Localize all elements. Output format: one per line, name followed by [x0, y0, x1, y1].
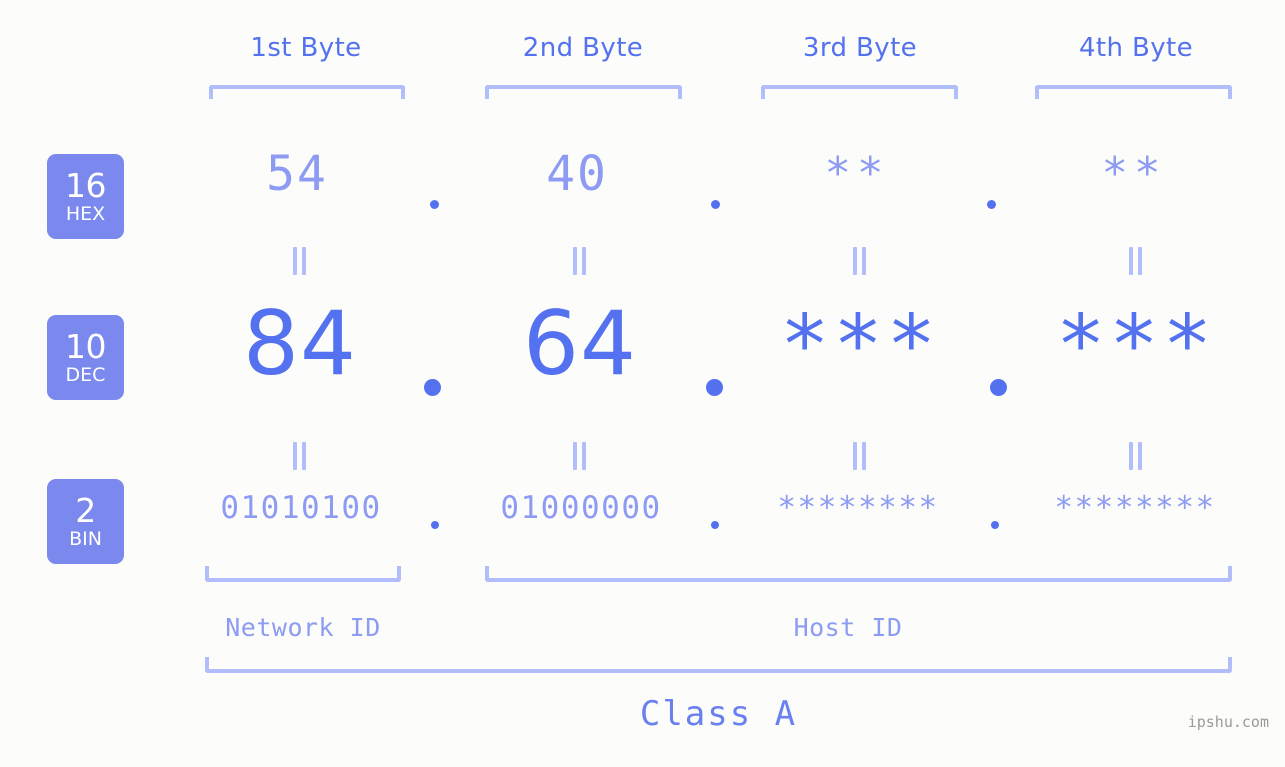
dec-separator-dot-3	[990, 379, 1007, 396]
dec-byte-3: ***	[779, 298, 941, 393]
dec-separator-dot-2	[706, 379, 723, 396]
hex-separator-dot-3	[987, 200, 996, 209]
base-badge-bin-label: BIN	[69, 528, 102, 550]
bin-byte-2: 01000000	[500, 490, 662, 526]
dec-byte-1: 84	[243, 292, 357, 395]
byte-bracket-1	[209, 85, 405, 99]
byte-bracket-3	[761, 85, 958, 99]
network-id-label: Network ID	[225, 613, 381, 642]
dec-byte-4: ***	[1055, 298, 1217, 393]
base-badge-dec-number: 10	[65, 327, 107, 366]
hex-byte-3: **	[824, 148, 890, 199]
bin-separator-dot-3	[991, 521, 999, 529]
byte-bracket-2	[485, 85, 682, 99]
bin-byte-4: ********	[1054, 490, 1216, 526]
class-label: Class A	[639, 694, 798, 734]
base-badge-hex-number: 16	[65, 166, 107, 205]
base-badge-dec-label: DEC	[65, 364, 106, 386]
site-watermark: ipshu.com	[1187, 713, 1269, 731]
equals-mark-hex-dec-4	[1127, 247, 1145, 275]
byte-header-3: 3rd Byte	[802, 33, 918, 63]
byte-bracket-4	[1035, 85, 1232, 99]
bin-separator-dot-2	[711, 521, 719, 529]
host-id-bracket	[485, 566, 1232, 582]
hex-byte-2: 40	[546, 146, 608, 202]
byte-header-1: 1st Byte	[250, 33, 362, 63]
equals-mark-hex-dec-1	[291, 247, 309, 275]
bin-byte-3: ********	[777, 490, 939, 526]
equals-mark-hex-dec-3	[851, 247, 869, 275]
bin-byte-1: 01010100	[220, 490, 382, 526]
base-badge-bin: 2 BIN	[47, 479, 124, 564]
hex-byte-1: 54	[266, 146, 328, 202]
base-badge-dec: 10 DEC	[47, 315, 124, 400]
base-badge-hex-label: HEX	[65, 203, 106, 225]
bin-separator-dot-1	[431, 521, 439, 529]
base-badge-hex: 16 HEX	[47, 154, 124, 239]
equals-mark-dec-bin-1	[291, 442, 309, 470]
dec-byte-2: 64	[523, 292, 637, 395]
equals-mark-dec-bin-3	[851, 442, 869, 470]
byte-header-4: 4th Byte	[1078, 33, 1194, 63]
equals-mark-dec-bin-2	[571, 442, 589, 470]
network-id-bracket	[205, 566, 401, 582]
byte-header-2: 2nd Byte	[522, 33, 644, 63]
ip-byte-breakdown-diagram: 1st Byte 2nd Byte 3rd Byte 4th Byte 16 H…	[0, 0, 1285, 767]
dec-separator-dot-1	[424, 379, 441, 396]
base-badge-bin-number: 2	[75, 491, 96, 530]
equals-mark-hex-dec-2	[571, 247, 589, 275]
hex-separator-dot-2	[711, 200, 720, 209]
class-bracket	[205, 657, 1232, 673]
hex-separator-dot-1	[430, 200, 439, 209]
equals-mark-dec-bin-4	[1127, 442, 1145, 470]
hex-byte-4: **	[1101, 148, 1167, 199]
host-id-label: Host ID	[793, 613, 903, 642]
